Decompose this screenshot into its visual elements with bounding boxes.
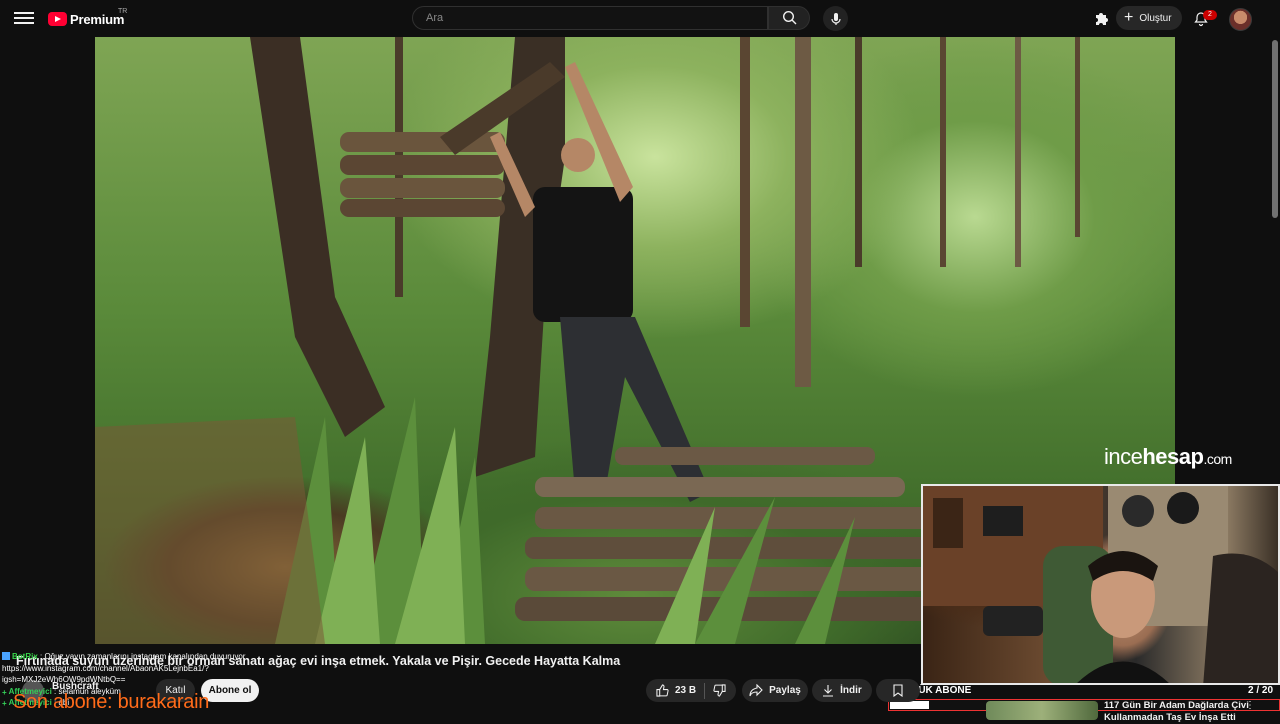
like-dislike-group: 23 B (646, 679, 736, 702)
chat-message: igsh=MXJ2eWh6OW9pdWNtbQ== (2, 674, 302, 686)
share-button[interactable]: Paylaş (742, 679, 808, 702)
share-label: Paylaş (769, 685, 801, 696)
youtube-play-icon (48, 12, 67, 26)
chat-text: igsh=MXJ2eWh6OW9pdWNtbQ== (2, 675, 126, 684)
more-options-icon[interactable]: ⋮ (1245, 700, 1255, 711)
chat-text: https://www.instagram.com/channel/AbaonA… (2, 663, 209, 673)
thumbs-up-icon[interactable] (656, 684, 669, 697)
download-button[interactable]: İndir (812, 679, 872, 702)
incehesap-watermark: incehesap.com (1104, 444, 1232, 470)
bot-badge-icon (2, 652, 10, 660)
download-label: İndir (840, 685, 862, 696)
account-avatar[interactable] (1229, 8, 1252, 31)
notification-badge: 2 (1203, 10, 1217, 20)
recommended-thumbnail[interactable] (986, 701, 1098, 720)
search-button[interactable] (768, 6, 810, 30)
logo-text: Premium (70, 11, 125, 27)
like-divider (704, 682, 706, 699)
search-box (412, 6, 768, 30)
save-button[interactable] (876, 679, 920, 702)
page-scrollbar[interactable] (1272, 40, 1278, 218)
share-icon (749, 684, 763, 697)
logo-country-code: TR (118, 8, 128, 15)
download-icon (823, 685, 834, 697)
streamer-webcam (921, 484, 1280, 685)
plus-badge-icon: + (2, 699, 7, 708)
top-bar: Premium TR + Oluştur 2 (0, 0, 1280, 37)
chat-text: : Oğuz yayın zamanlarını instagram kanal… (40, 652, 246, 661)
recommended-title[interactable]: 117 Gün Bir Adam Dağlarda Çivi Kullanmad… (1104, 700, 1254, 724)
watermark-bold: hesap (1142, 444, 1204, 469)
thumbs-down-icon[interactable] (713, 684, 726, 697)
youtube-logo[interactable]: Premium TR (48, 8, 128, 29)
plus-icon: + (1124, 9, 1134, 26)
create-label: Oluştur (1139, 12, 1172, 24)
watermark-suffix: .com (1203, 451, 1232, 467)
last-subscriber-alert: Son abone: burakarain (13, 691, 210, 713)
extension-puzzle-icon[interactable] (1093, 11, 1109, 27)
search-input[interactable] (424, 11, 748, 25)
voice-search-button[interactable] (823, 6, 848, 31)
like-count[interactable]: 23 B (675, 685, 696, 696)
search-icon (782, 10, 797, 25)
subscriber-goal-count: 2 / 20 (1248, 685, 1274, 696)
chat-message: BotRix : Oğuz yayın zamanlarını instagra… (2, 651, 302, 663)
watermark-light: ince (1104, 444, 1143, 469)
plus-badge-icon: + (2, 687, 7, 697)
webcam-scene (923, 486, 1278, 683)
chat-message: https://www.instagram.com/channel/AbaonA… (2, 663, 302, 675)
chat-author: BotRix (12, 652, 38, 661)
save-icon (893, 684, 903, 697)
microphone-icon (830, 12, 841, 25)
subscriber-goal-fill (890, 701, 929, 709)
create-button[interactable]: + Oluştur (1116, 6, 1182, 30)
menu-icon[interactable] (14, 9, 34, 29)
